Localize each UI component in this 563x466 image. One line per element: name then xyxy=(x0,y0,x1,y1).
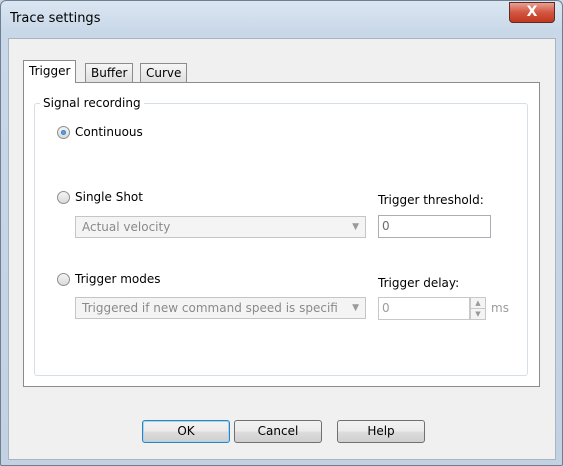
close-button[interactable]: X xyxy=(509,2,555,23)
continuous-radio[interactable] xyxy=(57,126,70,139)
single-shot-label[interactable]: Single Shot xyxy=(75,190,143,204)
chevron-down-icon: ▼ xyxy=(352,222,359,232)
trigger-threshold-label: Trigger threshold: xyxy=(378,193,484,207)
trigger-threshold-input[interactable]: 0 xyxy=(378,215,491,238)
trigger-delay-unit: ms xyxy=(491,301,509,315)
dialog-client: Trigger Buffer Curve Signal recording Co… xyxy=(8,38,556,460)
window-title: Trace settings xyxy=(10,11,101,26)
close-icon: X xyxy=(526,4,538,20)
signal-select[interactable]: Actual velocity ▼ xyxy=(75,216,366,238)
signal-select-value: Actual velocity xyxy=(82,220,171,234)
group-legend: Signal recording xyxy=(40,96,144,110)
tab-curve[interactable]: Curve xyxy=(140,63,188,83)
trigger-delay-label: Trigger delay: xyxy=(378,276,460,290)
trigger-modes-radio[interactable] xyxy=(57,273,70,286)
tab-trigger[interactable]: Trigger xyxy=(23,60,77,83)
tab-panel-trigger: Signal recording Continuous Single Shot … xyxy=(23,82,540,387)
spin-up-icon[interactable]: ▲ xyxy=(471,298,485,308)
continuous-label[interactable]: Continuous xyxy=(75,125,143,139)
cancel-button[interactable]: Cancel xyxy=(234,420,322,443)
signal-recording-group: Signal recording Continuous Single Shot … xyxy=(34,96,528,376)
title-bar[interactable]: Trace settings X xyxy=(1,1,562,37)
ok-button[interactable]: OK xyxy=(142,420,230,443)
dialog-window: Trace settings X Trigger Buffer Curve Si… xyxy=(0,0,563,466)
trigger-delay-spinner[interactable]: ▲ ▼ xyxy=(470,297,486,320)
help-button[interactable]: Help xyxy=(337,420,425,443)
chevron-down-icon: ▼ xyxy=(352,303,359,313)
trigger-mode-select-value: Triggered if new command speed is specif… xyxy=(82,301,338,315)
spin-down-icon[interactable]: ▼ xyxy=(471,308,485,319)
tab-buffer[interactable]: Buffer xyxy=(85,63,134,83)
trigger-modes-label[interactable]: Trigger modes xyxy=(75,272,160,286)
trigger-mode-select[interactable]: Triggered if new command speed is specif… xyxy=(75,297,366,319)
single-shot-radio[interactable] xyxy=(57,191,70,204)
trigger-delay-input[interactable]: 0 xyxy=(378,297,470,320)
